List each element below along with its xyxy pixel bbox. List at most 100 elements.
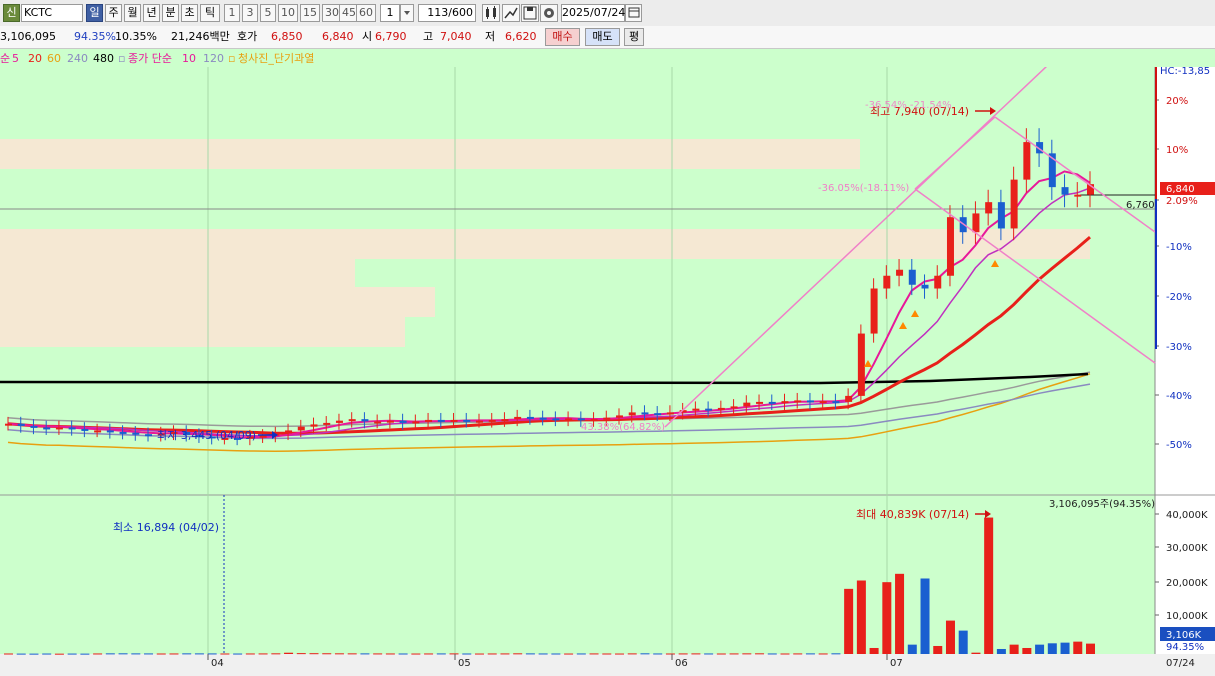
volume-bar [907,644,917,654]
zone-band-1 [0,229,1090,259]
volume-bar [691,653,701,655]
eval-button[interactable]: 평 [624,28,644,46]
volume-bar [678,653,688,655]
volume-bar [80,653,90,655]
unit-dropdown[interactable] [400,4,414,22]
candle-body [692,408,700,411]
candle-body [616,415,624,418]
candle-body [119,431,127,434]
period-month[interactable]: 월 [124,4,141,22]
candle-body [425,419,433,422]
annotation-1: -36.54% -21.54% [865,100,952,111]
volume-axis-tick-1: 30,000K [1166,543,1208,554]
date-input[interactable]: 2025/07/24 [561,4,625,22]
price-axis-tick-1: 10% [1166,145,1188,156]
candle-body [985,202,993,214]
volume-bar [818,653,828,655]
amount-value: 21,246백만 [171,30,230,43]
candle-body [603,417,611,420]
count-value: 113 [427,6,449,19]
volume-bar [398,653,408,655]
candle-body [437,419,445,422]
volume-bar [640,653,650,655]
candle-body [781,401,789,404]
draw-tool-button[interactable] [502,4,520,22]
date-axis-end: 07/24 [1166,658,1195,669]
volume-tag: 3,106K [1166,630,1202,641]
candle-body [934,275,942,289]
legend-signal: 청사진_단기과열 [238,52,315,65]
volume-bar [793,653,803,655]
interval-15[interactable]: 15 [300,4,320,22]
chevron-down-icon [404,11,410,15]
interval-1[interactable]: 1 [224,4,240,22]
volume-bar [945,620,955,654]
volume-bar [627,653,637,655]
interval-5[interactable]: 5 [260,4,276,22]
period-minute[interactable]: 분 [162,4,179,22]
high-label: 고 [423,30,434,43]
volume-bar [131,653,141,655]
volume-bar [424,653,434,655]
volume-bar [895,573,905,654]
price-axis-tick-0: 20% [1166,96,1188,107]
period-week[interactable]: 주 [105,4,122,22]
candle-body [323,422,331,425]
chart-area[interactable]: 최고 7,940 (07/14)최저 3,445 (04/09)-36.54% … [0,49,1215,676]
legend-ma20: 20 [28,52,42,65]
price-axis-tick-2: 2.09% [1166,196,1198,207]
candle-body [539,417,547,420]
interval-10[interactable]: 10 [278,4,298,22]
stock-code-input[interactable]: KCTC [21,4,83,22]
volume-bar [513,653,523,655]
period-second[interactable]: 초 [181,4,198,22]
volume-bar [144,653,154,655]
volume-bar [360,653,370,655]
buy-button[interactable]: 매수 [545,28,580,46]
candle-body [997,202,1005,229]
volume-min-label: 최소 16,894 (04/02) [113,521,219,534]
candle-body [475,420,483,423]
candle-body [1074,194,1082,197]
volume-bar [156,653,166,655]
settings-button[interactable] [540,4,558,22]
save-icon [523,6,537,20]
trendline-icon [504,7,518,19]
market-tag[interactable]: 신 [3,4,20,22]
volume-bar [589,653,599,655]
volume-bar [169,653,179,655]
period-year[interactable]: 년 [143,4,160,22]
volume-bar [551,653,561,655]
volume-bar [182,653,192,655]
candle-body [1023,142,1031,180]
open-label: 시 [362,30,373,43]
price-axis-tick-3: -10% [1166,242,1192,253]
ref-line-label: 6,760 [1126,200,1155,211]
ask-label: 호가 [237,30,258,43]
volume-bar [194,653,204,655]
unit-input[interactable]: 1 [380,4,400,22]
period-tick[interactable]: 틱 [200,4,220,22]
sell-button[interactable]: 매도 [585,28,620,46]
candle-body [285,430,293,434]
chart-type-button[interactable] [482,4,500,22]
calendar-button[interactable] [625,4,642,22]
interval-3[interactable]: 3 [242,4,258,22]
volume-bar [309,653,319,655]
candle-body [106,430,114,433]
volume-bar [385,653,395,655]
candle-body [654,413,662,416]
count-field[interactable]: 113/600 [418,4,476,22]
volume-bar [67,653,77,655]
legend-prefix: 순 [0,52,11,65]
candle-body [666,412,674,415]
turnover-pct: 94.35% [74,30,116,43]
period-day[interactable]: 일 [86,4,103,22]
volume-bar [449,653,459,655]
legend-ma5: 5 [12,52,19,65]
interval-60[interactable]: 60 [356,4,376,22]
volume-bar [882,582,892,654]
save-button[interactable] [521,4,539,22]
volume-bar [207,653,217,655]
candle-body [463,419,471,422]
